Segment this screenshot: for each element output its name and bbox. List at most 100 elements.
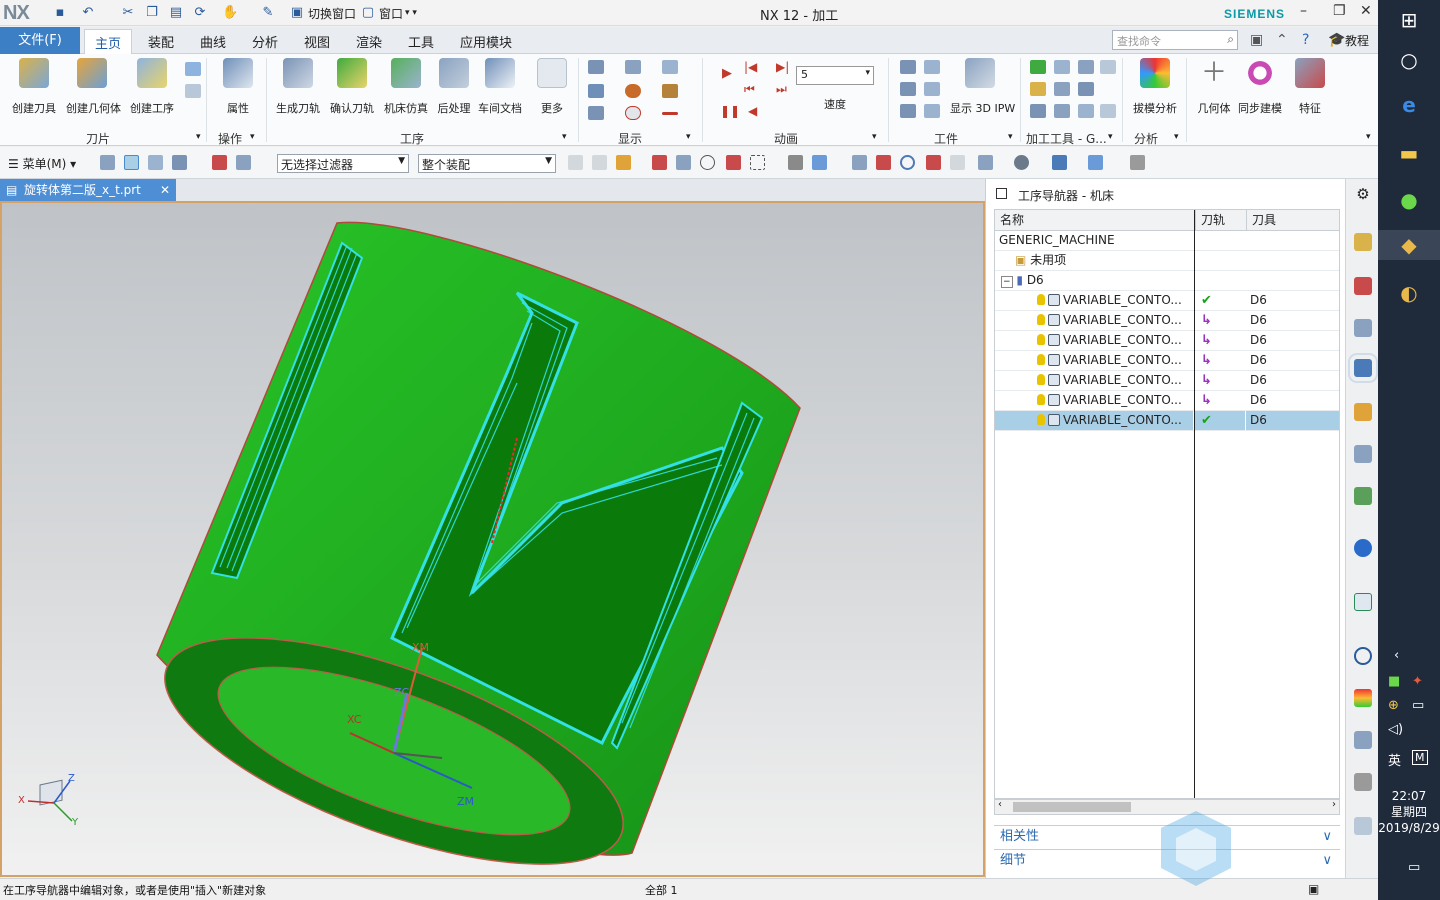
machining-tool-icon-1[interactable] <box>1030 60 1046 74</box>
switch-window-button[interactable]: 切换窗口 <box>308 5 356 22</box>
settings-gear-icon[interactable]: ⚙ <box>1354 185 1372 203</box>
window-dropdown-icon[interactable]: ▾ ▾ <box>405 8 417 18</box>
machining-tool-icon-2[interactable] <box>1054 60 1070 74</box>
network-icon[interactable]: ▭ <box>1412 698 1424 713</box>
selection-icon-4[interactable] <box>172 155 187 170</box>
group-operations-dropdown-icon[interactable]: ▾ <box>562 132 567 142</box>
search-circle-icon[interactable]: ○ <box>1392 45 1426 75</box>
show-3d-ipw-button[interactable]: 显示 3D IPW <box>950 58 1015 118</box>
nx-app-icon[interactable]: ◆ <box>1378 230 1440 260</box>
snap-icon-3[interactable] <box>616 155 631 170</box>
step-forward-icon[interactable]: ▶| <box>776 60 789 74</box>
window-layout-icon[interactable]: ▣ <box>1250 32 1263 48</box>
feature-button[interactable]: 特征 <box>1284 58 1336 118</box>
display-line-icon[interactable] <box>662 112 678 115</box>
tab-assembly[interactable]: 装配 <box>148 32 174 51</box>
window-menu-button[interactable]: 窗口 <box>379 5 403 22</box>
view-icon-7[interactable] <box>978 155 993 170</box>
show-hidden-icons-icon[interactable]: ‹ <box>1394 648 1399 663</box>
generate-toolpath-button[interactable]: 生成刀轨 <box>272 58 324 118</box>
column-toolpath-header[interactable]: 刀轨 <box>1195 210 1246 231</box>
web-browser-icon[interactable] <box>1354 539 1372 557</box>
role-icon[interactable] <box>1354 731 1372 749</box>
search-icon[interactable]: ⌕ <box>1227 32 1234 47</box>
step-back-icon[interactable]: |◀ <box>744 60 757 74</box>
clock-icon[interactable] <box>1354 647 1372 665</box>
tree-row-unused[interactable]: ▣ 未用项 <box>995 251 1339 271</box>
workpiece-icon-5[interactable] <box>900 104 916 118</box>
repeat-command-icon[interactable]: ⟳ <box>192 5 208 21</box>
tab-application[interactable]: 应用模块 <box>460 32 512 51</box>
view-icon-4[interactable] <box>876 155 891 170</box>
cut-icon[interactable]: ✂ <box>120 5 136 21</box>
snap-icon-2[interactable] <box>592 155 607 170</box>
display-arc-icon[interactable] <box>625 84 641 98</box>
machining-tool-icon-11[interactable] <box>1100 104 1116 118</box>
tree-row-tool[interactable]: − ▮ D6 <box>995 271 1339 291</box>
touch-mode-icon[interactable]: ✋ <box>222 5 238 21</box>
tutorial-icon[interactable]: 🎓 <box>1328 32 1345 48</box>
windows-start-icon[interactable]: ⊞ <box>1392 5 1426 35</box>
view-icon-8[interactable] <box>1014 155 1029 170</box>
tab-analysis[interactable]: 分析 <box>252 32 278 51</box>
verify-toolpath-button[interactable]: 确认刀轨 <box>326 58 378 118</box>
view-icon-5[interactable] <box>926 155 941 170</box>
go-start-icon[interactable]: ⏮ <box>744 82 755 97</box>
display-geometry-icon[interactable] <box>625 60 641 74</box>
nvidia-tray-icon[interactable]: ■ <box>1388 674 1400 689</box>
close-icon[interactable]: ✕ <box>1360 3 1372 19</box>
postprocess-button[interactable]: 后处理 <box>428 58 480 118</box>
tree-row-root[interactable]: GENERIC_MACHINE <box>995 231 1339 251</box>
workpiece-icon-4[interactable] <box>924 82 940 96</box>
switch-window-icon[interactable]: ▣ <box>289 5 305 21</box>
tab-render[interactable]: 渲染 <box>356 32 382 51</box>
part-navigator-icon[interactable] <box>1354 233 1372 251</box>
part-model[interactable]: XM ZC XC ZM Z X Y <box>2 203 983 875</box>
reverse-icon[interactable]: ◀ <box>748 104 757 118</box>
machine-tool-navigator-icon[interactable] <box>1354 403 1372 421</box>
draft-analysis-button[interactable]: 拔模分析 <box>1128 58 1182 118</box>
ime-language[interactable]: 英 <box>1388 750 1401 769</box>
display-list-icon[interactable] <box>588 106 604 120</box>
workpiece-icon-6[interactable] <box>924 104 940 118</box>
group-insert-dropdown-icon[interactable]: ▾ <box>196 132 201 142</box>
navigator-checkbox[interactable] <box>996 188 1007 199</box>
view-icon-9[interactable] <box>1052 155 1067 170</box>
reuse-library-icon[interactable] <box>1354 487 1372 505</box>
machining-tool-icon-8[interactable] <box>1030 104 1046 118</box>
display-point-icon[interactable] <box>662 60 678 74</box>
scroll-left-icon[interactable]: ‹ <box>998 799 1002 810</box>
go-end-icon[interactable]: ⏭ <box>776 82 787 97</box>
view-icon-1[interactable] <box>788 155 803 170</box>
group-animation-dropdown-icon[interactable]: ▾ <box>872 132 877 142</box>
snap-icon-1[interactable] <box>568 155 583 170</box>
collapse-icon[interactable]: − <box>1001 276 1013 288</box>
tray-app-icon[interactable]: ✦ <box>1412 674 1423 689</box>
view-icon-10[interactable] <box>1088 155 1103 170</box>
operation-row[interactable]: VARIABLE_CONTO... ✔ D6 <box>995 291 1339 311</box>
workpiece-icon-3[interactable] <box>900 82 916 96</box>
display-layer-icon[interactable] <box>588 84 604 98</box>
tab-home[interactable]: 主页 <box>84 29 133 54</box>
snap-icon-7[interactable] <box>726 155 741 170</box>
display-toolpath-icon[interactable] <box>588 60 604 74</box>
selection-icon-3[interactable] <box>148 155 163 170</box>
minimize-icon[interactable]: – <box>1300 3 1307 19</box>
visualization-icon[interactable] <box>1354 689 1372 707</box>
operation-row[interactable]: VARIABLE_CONTO... ✔ D6 <box>995 411 1339 431</box>
selection-icon-1[interactable] <box>100 155 115 170</box>
create-geometry-button[interactable]: 创建几何体 <box>66 58 121 118</box>
pause-icon[interactable]: ❚❚ <box>720 104 740 118</box>
selection-scope-select[interactable]: 整个装配 ▼ <box>418 154 556 173</box>
snap-icon-6[interactable] <box>700 155 715 170</box>
command-search-input[interactable]: 查找命令 ⌕ <box>1112 30 1238 50</box>
help-icon[interactable]: ? <box>1302 32 1309 48</box>
group-operation-dropdown-icon[interactable]: ▾ <box>250 132 255 142</box>
taskbar-clock[interactable]: 22:07 星期四 2019/8/29 <box>1378 788 1440 836</box>
browser-360-icon[interactable]: ● <box>1392 185 1426 215</box>
create-program-icon[interactable] <box>185 62 201 76</box>
edit-icon[interactable]: ✎ <box>260 5 276 21</box>
group-analysis-dropdown-icon[interactable]: ▾ <box>1174 132 1179 142</box>
view-icon-2[interactable] <box>812 155 827 170</box>
machining-tool-icon-6[interactable] <box>1054 82 1070 96</box>
